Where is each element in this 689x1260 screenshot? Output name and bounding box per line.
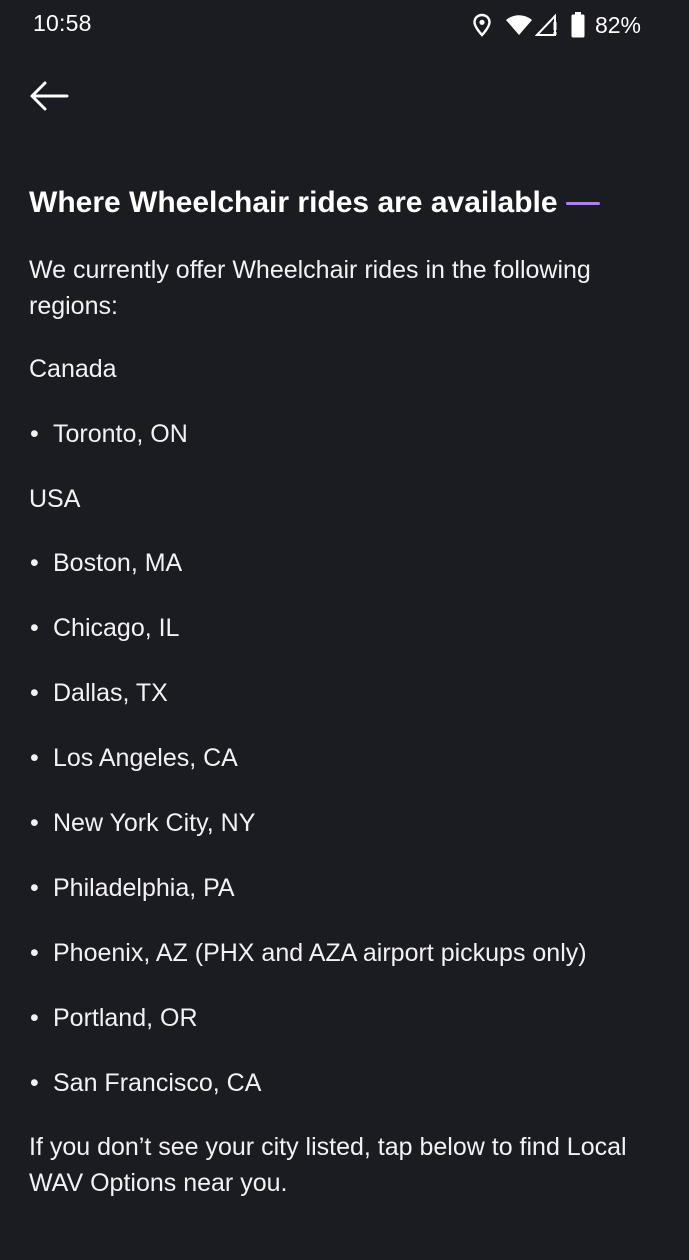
region-heading-canada: Canada bbox=[29, 355, 117, 383]
city-list-canada: • Toronto, ON bbox=[29, 416, 659, 452]
battery-icon bbox=[571, 12, 585, 38]
list-item: • Boston, MA bbox=[29, 545, 659, 581]
region-heading-usa: USA bbox=[29, 485, 81, 513]
city-list-usa: • Boston, MA • Chicago, IL • Dallas, TX … bbox=[29, 545, 659, 1101]
list-item: • New York City, NY bbox=[29, 805, 659, 841]
list-item: • Los Angeles, CA bbox=[29, 740, 659, 776]
list-item: • Dallas, TX bbox=[29, 675, 659, 711]
city-label: Dallas, TX bbox=[53, 679, 168, 707]
back-button[interactable] bbox=[26, 78, 72, 118]
footer-text: If you don’t see your city listed, tap b… bbox=[29, 1133, 627, 1197]
list-item: • Chicago, IL bbox=[29, 610, 659, 646]
status-icons: 82% bbox=[473, 11, 641, 39]
location-icon bbox=[473, 13, 491, 37]
bullet: • bbox=[30, 614, 39, 642]
content: Where Wheelchair rides are available We … bbox=[29, 182, 659, 1201]
cell-signal-icon bbox=[534, 13, 559, 37]
list-item: • Toronto, ON bbox=[29, 416, 659, 452]
city-label: Boston, MA bbox=[53, 549, 183, 577]
arrow-left-icon bbox=[29, 80, 69, 117]
bullet: • bbox=[30, 420, 39, 448]
battery-percent: 82% bbox=[594, 11, 641, 38]
bullet: • bbox=[30, 744, 39, 772]
bullet: • bbox=[30, 809, 39, 837]
list-item: • San Francisco, CA bbox=[29, 1065, 659, 1101]
intro-text: We currently offer Wheelchair rides in t… bbox=[29, 256, 591, 320]
city-label: Portland, OR bbox=[53, 1004, 198, 1032]
city-label: Toronto, ON bbox=[53, 420, 188, 448]
bullet: • bbox=[30, 1069, 39, 1097]
bullet: • bbox=[30, 679, 39, 707]
list-item: • Philadelphia, PA bbox=[29, 870, 659, 906]
city-label: San Francisco, CA bbox=[53, 1069, 262, 1097]
city-label: Los Angeles, CA bbox=[53, 744, 238, 772]
status-bar: 10:58 82% bbox=[0, 0, 689, 50]
bullet: • bbox=[30, 939, 39, 967]
city-label: Phoenix, AZ (PHX and AZA airport pickups… bbox=[53, 939, 587, 967]
wifi-icon bbox=[505, 14, 533, 36]
page-title: Where Wheelchair rides are available bbox=[29, 182, 659, 224]
bullet: • bbox=[30, 1004, 39, 1032]
page-title-text: Where Wheelchair rides are available bbox=[29, 186, 558, 219]
title-accent-line bbox=[565, 201, 600, 205]
list-item: • Portland, OR bbox=[29, 1000, 659, 1036]
bullet: • bbox=[30, 874, 39, 902]
city-label: Chicago, IL bbox=[53, 614, 180, 642]
list-item: • Phoenix, AZ (PHX and AZA airport picku… bbox=[29, 935, 659, 971]
city-label: Philadelphia, PA bbox=[53, 874, 235, 902]
bullet: • bbox=[30, 549, 39, 577]
city-label: New York City, NY bbox=[53, 809, 256, 837]
status-time: 10:58 bbox=[33, 10, 92, 36]
